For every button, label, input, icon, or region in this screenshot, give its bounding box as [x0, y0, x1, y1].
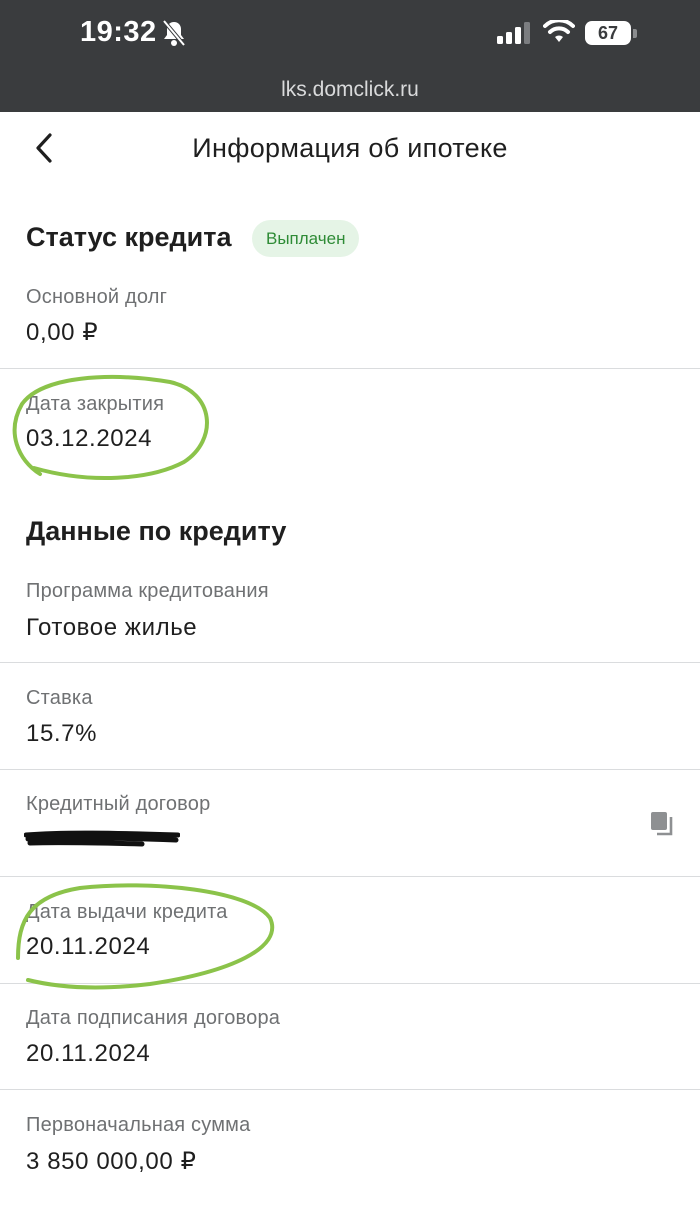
- closing-date-label: Дата закрытия: [26, 393, 165, 415]
- status-time: 19:32: [80, 16, 157, 48]
- issue-date-label: Дата выдачи кредита: [26, 901, 228, 923]
- signing-date-value: 20.11.2024: [26, 1040, 151, 1067]
- bell-off-icon: [162, 19, 186, 47]
- status-bar: 19:32 67 lks.domclick.ru: [0, 0, 700, 112]
- divider: [0, 876, 700, 877]
- contract-label: Кредитный договор: [26, 793, 211, 815]
- divider: [0, 983, 700, 984]
- rate-label: Ставка: [26, 687, 93, 709]
- signal-icon: [497, 22, 530, 44]
- closing-date-value: 03.12.2024: [26, 425, 153, 452]
- issue-date-value: 20.11.2024: [26, 933, 151, 960]
- program-value: Готовое жилье: [26, 614, 198, 641]
- rate-value: 15.7%: [26, 720, 98, 747]
- status-badge: Выплачен: [252, 220, 360, 257]
- nav-header: Информация об ипотеке: [0, 112, 700, 186]
- redaction-scribble: [24, 830, 180, 847]
- battery-icon: 67: [585, 21, 631, 45]
- credit-data-title: Данные по кредиту: [26, 516, 287, 546]
- page-title: Информация об ипотеке: [192, 133, 508, 163]
- divider: [0, 662, 700, 663]
- wifi-icon: [543, 20, 575, 42]
- program-label: Программа кредитования: [26, 580, 269, 602]
- signing-date-label: Дата подписания договора: [26, 1007, 281, 1029]
- divider: [0, 769, 700, 770]
- battery-tip: [633, 29, 637, 38]
- credit-status-title: Статус кредита: [26, 222, 232, 252]
- principal-debt-value: 0,00 ₽: [26, 319, 99, 346]
- initial-amount-label: Первоначальная сумма: [26, 1114, 251, 1136]
- divider: [0, 368, 700, 369]
- initial-amount-value: 3 850 000,00 ₽: [26, 1148, 197, 1175]
- copy-icon[interactable]: [649, 810, 675, 838]
- url-bar[interactable]: lks.domclick.ru: [0, 78, 700, 102]
- divider: [0, 1089, 700, 1090]
- principal-debt-label: Основной долг: [26, 286, 168, 308]
